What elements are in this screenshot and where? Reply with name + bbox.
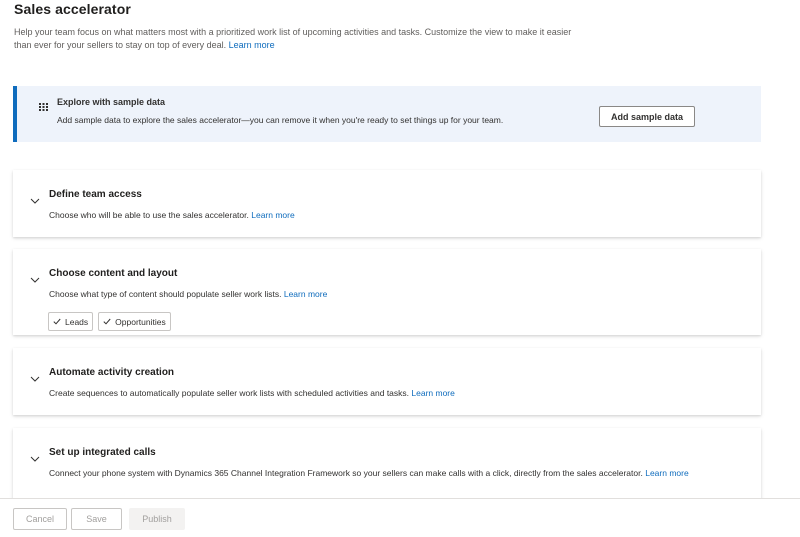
intro-learn-more-link[interactable]: Learn more xyxy=(229,40,275,50)
section-description-text: Choose what type of content should popul… xyxy=(49,289,282,299)
section-title: Define team access xyxy=(49,189,142,200)
chevron-down-icon[interactable] xyxy=(30,191,40,209)
section-description: Connect your phone system with Dynamics … xyxy=(49,468,689,478)
command-footer: Cancel Save Publish xyxy=(0,498,800,537)
section-set-up-integrated-calls: Set up integrated calls Connect your pho… xyxy=(13,428,761,500)
section-title: Automate activity creation xyxy=(49,367,175,378)
grid-icon xyxy=(39,98,48,116)
section-learn-more-link[interactable]: Learn more xyxy=(284,289,327,299)
section-learn-more-link[interactable]: Learn more xyxy=(645,468,688,478)
page-intro-text: Help your team focus on what matters mos… xyxy=(14,27,572,50)
chip-label: Opportunities xyxy=(115,316,166,327)
section-description-text: Choose who will be able to use the sales… xyxy=(49,210,249,220)
add-sample-data-button[interactable]: Add sample data xyxy=(599,106,695,127)
page-intro: Help your team focus on what matters mos… xyxy=(14,26,574,52)
chevron-down-icon[interactable] xyxy=(30,369,40,387)
sample-data-banner: Explore with sample data Add sample data… xyxy=(13,86,761,142)
section-description-text: Connect your phone system with Dynamics … xyxy=(49,468,643,478)
section-choose-content-layout: Choose content and layout Choose what ty… xyxy=(13,249,761,335)
checkmark-icon xyxy=(53,318,61,325)
section-description: Create sequences to automatically popula… xyxy=(49,388,455,398)
save-button[interactable]: Save xyxy=(71,508,122,530)
section-description: Choose who will be able to use the sales… xyxy=(49,210,295,220)
banner-title: Explore with sample data xyxy=(57,97,166,107)
section-title: Choose content and layout xyxy=(49,268,178,279)
section-define-team-access: Define team access Choose who will be ab… xyxy=(13,170,761,237)
section-title: Set up integrated calls xyxy=(49,447,156,458)
sales-accelerator-page: Sales accelerator Help your team focus o… xyxy=(0,0,800,537)
section-description-text: Create sequences to automatically popula… xyxy=(49,388,410,398)
chip-label: Leads xyxy=(65,316,89,327)
publish-button[interactable]: Publish xyxy=(129,508,185,530)
chip-leads[interactable]: Leads xyxy=(48,312,94,331)
chevron-down-icon[interactable] xyxy=(30,270,40,288)
page-title: Sales accelerator xyxy=(14,1,131,17)
section-description: Choose what type of content should popul… xyxy=(49,289,327,299)
chevron-down-icon[interactable] xyxy=(30,449,40,467)
cancel-button[interactable]: Cancel xyxy=(13,508,67,530)
section-learn-more-link[interactable]: Learn more xyxy=(251,210,294,220)
section-automate-activity-creation: Automate activity creation Create sequen… xyxy=(13,348,761,415)
banner-text: Add sample data to explore the sales acc… xyxy=(57,115,504,125)
content-chips: Leads Opportunities xyxy=(48,312,171,331)
section-learn-more-link[interactable]: Learn more xyxy=(411,388,454,398)
chip-opportunities[interactable]: Opportunities xyxy=(98,312,171,331)
checkmark-icon xyxy=(103,318,111,325)
